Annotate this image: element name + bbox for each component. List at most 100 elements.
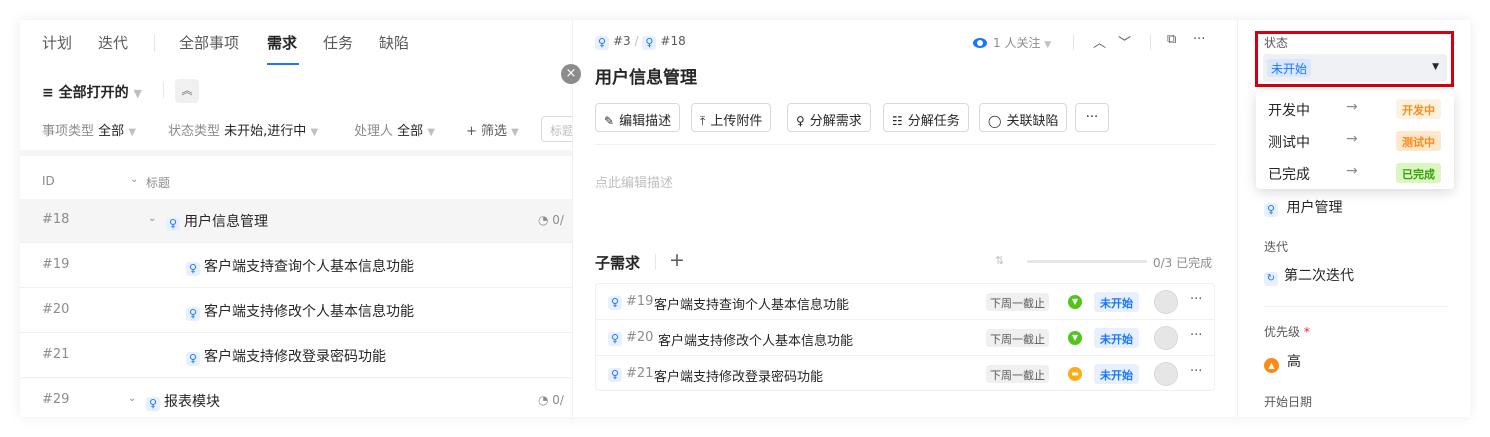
chevron-down-icon: ▼: [427, 127, 436, 138]
description-editor[interactable]: 点此编辑描述: [595, 172, 673, 191]
chevron-up-icon[interactable]: ︿: [1093, 32, 1106, 51]
table-row[interactable]: #21 ♀ 客户端支持修改登录密码功能: [20, 334, 572, 378]
tab-iteration[interactable]: 迭代: [98, 32, 128, 53]
chevron-down-icon[interactable]: ⌄: [148, 213, 156, 224]
status-tag: 开发中: [1396, 99, 1441, 119]
tab-all-items[interactable]: 全部事项: [179, 32, 239, 53]
title-column-header[interactable]: 标题: [146, 174, 170, 191]
due-badge[interactable]: 下周一截止: [986, 293, 1049, 311]
subrequirement-table: ♀ #19 客户端支持查询个人基本信息功能 下周一截止 ▼ 未开始 ··· ♀ #2…: [595, 283, 1215, 391]
status-badge[interactable]: 未开始: [1094, 328, 1139, 348]
bulb-icon: ♀: [608, 368, 622, 382]
section-divider: [20, 150, 572, 156]
required-mark: *: [1303, 325, 1310, 339]
divider: [1073, 34, 1074, 50]
bulb-icon: ♀: [186, 352, 200, 366]
subrequirement-title[interactable]: 客户端支持修改个人基本信息功能: [658, 330, 853, 349]
table-row[interactable]: #18 ⌄ ♀ 用户信息管理 ◔ 0/: [20, 199, 572, 243]
view-label: 全部打开的: [58, 85, 129, 101]
id-column-header[interactable]: ID: [42, 174, 55, 188]
subrequirement-title[interactable]: 客户端支持修改登录密码功能: [654, 366, 823, 385]
view-selector[interactable]: ≡ 全部打开的 ▼: [42, 82, 142, 102]
tab-defect[interactable]: 缺陷: [379, 32, 409, 53]
more-icon[interactable]: ···: [1193, 32, 1205, 47]
more-actions-button[interactable]: ···: [1075, 103, 1109, 132]
divider: [595, 144, 1215, 145]
owner-filter[interactable]: 处理人 全部 ▼: [354, 120, 435, 139]
status-option[interactable]: 开发中 → 开发中: [1256, 93, 1454, 125]
avatar[interactable]: [1154, 290, 1178, 314]
chevron-down-icon[interactable]: ﹀: [1118, 32, 1131, 51]
table-row[interactable]: #20 ♀ 客户端支持修改个人基本信息功能: [20, 289, 572, 333]
status-badge[interactable]: 未开始: [1094, 292, 1139, 312]
tab-plan[interactable]: 计划: [42, 32, 72, 53]
tab-requirement[interactable]: 需求: [267, 32, 297, 53]
state-filter[interactable]: 状态类型 未开始,进行中 ▼: [168, 120, 318, 139]
collapse-icon[interactable]: ⇅: [995, 254, 1004, 267]
table-row[interactable]: #19 ♀ 客户端支持查询个人基本信息功能: [20, 244, 572, 288]
list-item[interactable]: ♀ #21 客户端支持修改登录密码功能 下周一截止 ▬ 未开始 ···: [596, 356, 1214, 392]
defect-icon: ◯: [988, 114, 1002, 128]
more-icon[interactable]: ···: [1190, 328, 1202, 343]
nav-divider: [154, 34, 155, 52]
iteration-field[interactable]: ↻ 第二次迭代: [1264, 265, 1354, 286]
close-icon[interactable]: ×: [561, 64, 581, 84]
row-title: 客户端支持修改登录密码功能: [204, 349, 386, 365]
watch-button[interactable]: 1 人关注 ▼: [973, 34, 1051, 51]
page-title[interactable]: 用户信息管理: [595, 63, 697, 88]
edit-description-button[interactable]: ✎ 编辑描述: [595, 103, 681, 132]
split-requirement-button[interactable]: ♀ 分解需求: [787, 103, 871, 132]
split-task-button[interactable]: ☷ 分解任务: [883, 103, 969, 132]
upload-attachment-button[interactable]: ⤒ 上传附件: [691, 103, 772, 132]
parent-requirement-field[interactable]: ♀ 用户管理: [1264, 197, 1342, 217]
tab-task[interactable]: 任务: [323, 32, 353, 53]
subrequirement-title[interactable]: 客户端支持查询个人基本信息功能: [654, 294, 849, 313]
add-subrequirement-button[interactable]: +: [669, 249, 685, 271]
due-badge[interactable]: 下周一截止: [986, 329, 1049, 347]
more-icon[interactable]: ···: [1190, 292, 1202, 307]
more-icon[interactable]: ···: [1190, 364, 1202, 379]
chevron-down-icon: ▼: [1044, 40, 1052, 50]
eye-icon: [973, 38, 987, 48]
chevron-down-icon: ▼: [310, 127, 319, 138]
requirement-list-panel: 计划 迭代 全部事项 需求 任务 缺陷 ≡ 全部打开的 ▼ ︽ 事项类型 全部 …: [20, 20, 581, 417]
iteration-icon: ↻: [1264, 272, 1278, 286]
row-title: 用户信息管理: [184, 214, 268, 230]
progress-label: 0/3 已完成: [1153, 256, 1213, 270]
status-badge[interactable]: 未开始: [1094, 364, 1139, 384]
status-option[interactable]: 测试中 → 测试中: [1256, 125, 1454, 157]
list-item[interactable]: ♀ #19 客户端支持查询个人基本信息功能 下周一截止 ▼ 未开始 ···: [596, 284, 1214, 320]
start-date-label: 开始日期: [1264, 395, 1313, 409]
iteration-field-label: 迭代: [1264, 240, 1289, 254]
chevron-down-icon[interactable]: ⌄: [130, 174, 138, 185]
priority-icon[interactable]: ▬: [1068, 367, 1082, 381]
open-external-icon[interactable]: ⧉: [1167, 32, 1176, 47]
priority-field-label: 优先级 *: [1264, 325, 1310, 339]
chevron-down-icon: ▼: [128, 127, 137, 138]
row-title: 客户端支持修改个人基本信息功能: [204, 304, 414, 320]
arrow-right-icon: →: [1346, 99, 1358, 115]
filter-icon: ≡: [42, 85, 54, 101]
avatar[interactable]: [1154, 326, 1178, 350]
chevron-down-icon: ▼: [511, 127, 519, 138]
priority-icon[interactable]: ▼: [1068, 295, 1082, 309]
table-header: ID ⌄ 标题: [20, 168, 572, 196]
link-defect-button[interactable]: ◯ 关联缺陷: [979, 103, 1068, 132]
avatar[interactable]: [1154, 362, 1178, 386]
breadcrumb-parent[interactable]: #3: [613, 34, 631, 48]
status-option[interactable]: 已完成 → 已完成: [1256, 157, 1454, 189]
collapse-button[interactable]: ︽: [175, 79, 199, 103]
bulb-icon: ♀: [595, 36, 609, 50]
highlight-box: [1255, 31, 1454, 87]
child-progress: ◔ 0/: [538, 213, 564, 227]
list-item[interactable]: ♀ #20 客户端支持修改个人基本信息功能 下周一截止 ▼ 未开始 ···: [596, 320, 1214, 356]
add-filter-button[interactable]: + 筛选 ▼: [466, 120, 519, 139]
pencil-icon: ✎: [604, 114, 615, 128]
priority-icon[interactable]: ▼: [1068, 331, 1082, 345]
type-filter[interactable]: 事项类型 全部 ▼: [42, 120, 136, 139]
progress-bar: [1027, 260, 1147, 263]
due-badge[interactable]: 下周一截止: [986, 365, 1049, 383]
table-row[interactable]: #29 ⌄ ♀ 报表模块 ◔ 0/: [20, 379, 572, 417]
chevron-down-icon[interactable]: ⌄: [128, 393, 136, 404]
priority-field[interactable]: ▲ 高: [1264, 351, 1301, 373]
